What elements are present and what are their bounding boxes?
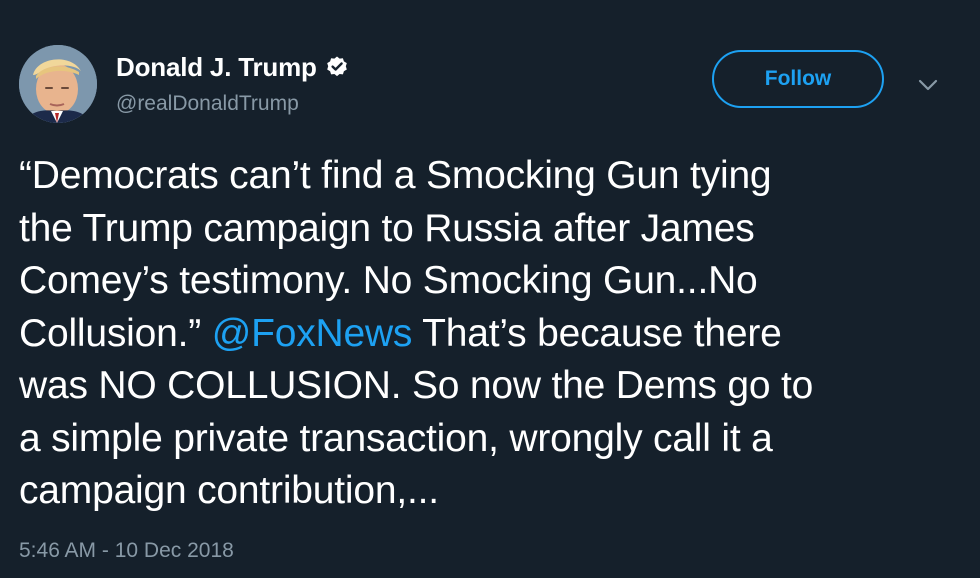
user-name-row: Donald J. Trump (116, 52, 349, 82)
display-name[interactable]: Donald J. Trump (116, 52, 317, 82)
user-handle[interactable]: @realDonaldTrump (116, 91, 299, 117)
verified-badge-icon (325, 55, 349, 79)
avatar-image (19, 45, 97, 123)
chevron-down-icon[interactable] (913, 74, 943, 96)
tweet-card: Donald J. Trump @realDonaldTrump Follow … (0, 0, 980, 578)
mention-link[interactable]: @FoxNews (212, 312, 413, 355)
tweet-text: “Democrats can’t find a Smocking Gun tyi… (19, 150, 949, 518)
tweet-timestamp[interactable]: 5:46 AM - 10 Dec 2018 (19, 538, 234, 564)
follow-button[interactable]: Follow (712, 50, 884, 108)
avatar[interactable] (19, 45, 97, 123)
